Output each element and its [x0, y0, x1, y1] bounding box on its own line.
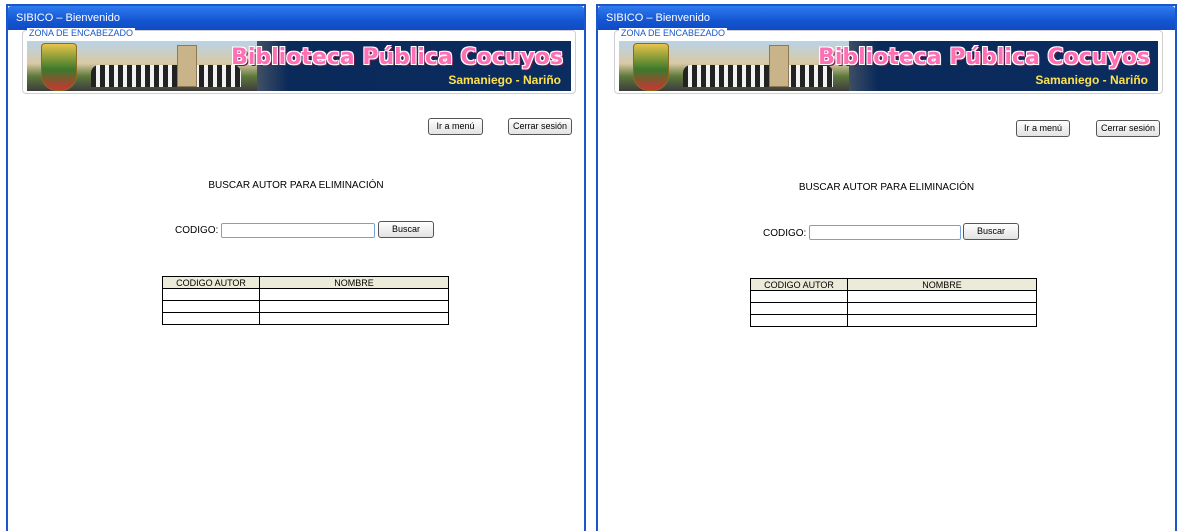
- authors-table: CODIGO AUTOR NOMBRE: [162, 276, 449, 325]
- banner-photo: [27, 41, 257, 91]
- library-banner: Biblioteca Pública Cocuyos Samaniego - N…: [619, 41, 1158, 91]
- coat-of-arms-icon: [41, 43, 77, 91]
- app-window-right: SIBICO – Bienvenido ZONA DE ENCABEZADO B…: [596, 4, 1177, 531]
- page-heading: BUSCAR AUTOR PARA ELIMINACIÓN: [208, 180, 384, 191]
- church-tower-icon: [177, 45, 197, 87]
- window-titlebar[interactable]: SIBICO – Bienvenido: [598, 6, 1175, 30]
- column-header-code: CODIGO AUTOR: [162, 276, 260, 289]
- group-photo: [683, 65, 833, 87]
- header-zone-label: ZONA DE ENCABEZADO: [27, 28, 136, 38]
- table-cell: [750, 290, 848, 303]
- table-cell: [259, 288, 449, 301]
- table-row[interactable]: [750, 302, 1037, 315]
- table-row[interactable]: [162, 300, 449, 313]
- search-button[interactable]: Buscar: [378, 221, 434, 238]
- header-zone-label: ZONA DE ENCABEZADO: [619, 28, 728, 38]
- table-cell: [259, 300, 449, 313]
- table-row[interactable]: [162, 312, 449, 325]
- column-header-name: NOMBRE: [847, 278, 1037, 291]
- code-input[interactable]: [809, 225, 961, 240]
- banner-title: Biblioteca Pública Cocuyos: [818, 45, 1150, 70]
- header-zone: ZONA DE ENCABEZADO Biblioteca Pública Co…: [22, 28, 576, 94]
- table-row[interactable]: [162, 288, 449, 301]
- table-cell: [750, 302, 848, 315]
- table-cell: [162, 300, 260, 313]
- table-cell: [750, 314, 848, 327]
- banner-title: Biblioteca Pública Cocuyos: [231, 45, 563, 70]
- table-cell: [847, 290, 1037, 303]
- church-tower-icon: [769, 45, 789, 87]
- search-button[interactable]: Buscar: [963, 223, 1019, 240]
- app-window-left: SIBICO – Bienvenido ZONA DE ENCABEZADO B…: [6, 4, 586, 531]
- logout-button[interactable]: Cerrar sesión: [1096, 120, 1160, 137]
- page-heading: BUSCAR AUTOR PARA ELIMINACIÓN: [798, 182, 975, 193]
- banner-subtitle: Samaniego - Nariño: [1035, 73, 1148, 87]
- code-label: CODIGO:: [175, 225, 219, 236]
- table-cell: [847, 302, 1037, 315]
- window-titlebar[interactable]: SIBICO – Bienvenido: [8, 6, 584, 30]
- column-header-code: CODIGO AUTOR: [750, 278, 848, 291]
- go-to-menu-button[interactable]: Ir a menú: [1016, 120, 1070, 137]
- header-zone: ZONA DE ENCABEZADO Biblioteca Pública Co…: [614, 28, 1163, 94]
- coat-of-arms-icon: [633, 43, 669, 91]
- table-cell: [162, 288, 260, 301]
- authors-table: CODIGO AUTOR NOMBRE: [750, 278, 1037, 327]
- banner-subtitle: Samaniego - Nariño: [448, 73, 561, 87]
- code-input[interactable]: [221, 223, 375, 238]
- table-row[interactable]: [750, 290, 1037, 303]
- code-label: CODIGO:: [763, 228, 807, 239]
- go-to-menu-button[interactable]: Ir a menú: [428, 118, 483, 135]
- group-photo: [91, 65, 241, 87]
- column-header-name: NOMBRE: [259, 276, 449, 289]
- logout-button[interactable]: Cerrar sesión: [508, 118, 572, 135]
- table-cell: [847, 314, 1037, 327]
- library-banner: Biblioteca Pública Cocuyos Samaniego - N…: [27, 41, 571, 91]
- banner-photo: [619, 41, 849, 91]
- table-cell: [162, 312, 260, 325]
- table-cell: [259, 312, 449, 325]
- table-row[interactable]: [750, 314, 1037, 327]
